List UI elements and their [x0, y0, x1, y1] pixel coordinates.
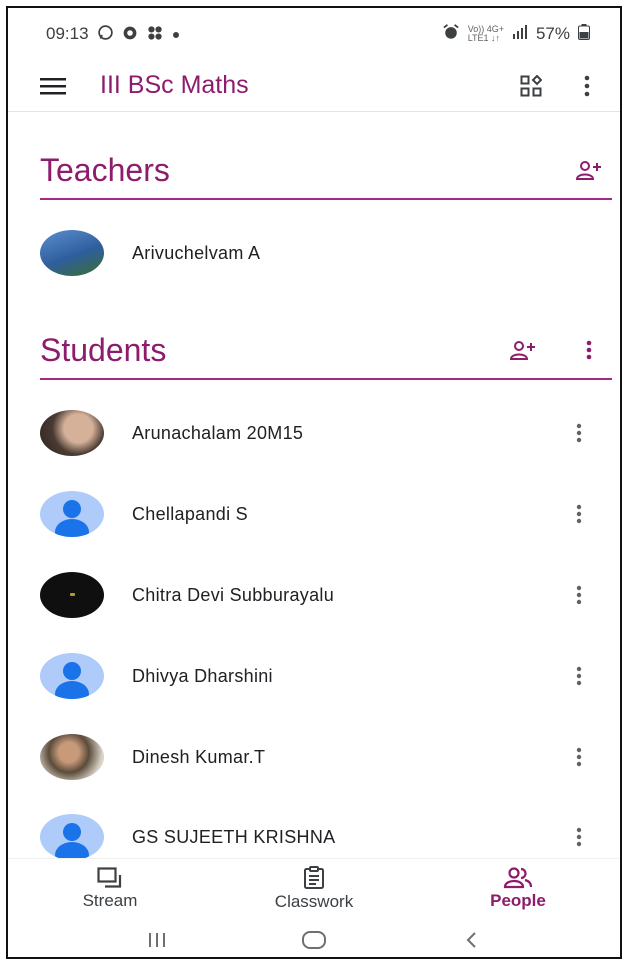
more-vert-icon — [576, 747, 582, 767]
student-row[interactable]: Chellapandi S — [40, 484, 612, 544]
student-options-button[interactable] — [564, 580, 594, 610]
notification-dot-icon — [172, 26, 180, 42]
hamburger-menu-icon — [40, 77, 66, 94]
teacher-name: Arivuchelvam A — [132, 242, 261, 263]
classwork-icon — [304, 865, 324, 889]
signal-icon — [512, 24, 528, 44]
student-options-button[interactable] — [564, 499, 594, 529]
tab-people[interactable]: People — [416, 859, 620, 918]
tab-stream[interactable]: Stream — [8, 859, 212, 918]
students-header: Students — [40, 322, 612, 380]
student-row[interactable]: Dhivya Dharshini — [40, 646, 612, 706]
student-row[interactable]: Chitra Devi Subburayalu — [40, 565, 612, 625]
student-options-button[interactable] — [564, 822, 594, 852]
battery-icon — [578, 23, 590, 45]
pinwheel-app-icon — [146, 25, 164, 44]
student-name: GS SUJEETH KRISHNA — [132, 826, 336, 847]
student-options-button[interactable] — [564, 661, 594, 691]
teachers-header: Teachers — [40, 142, 612, 200]
overflow-menu-button[interactable] — [572, 71, 602, 101]
avatar — [40, 572, 104, 618]
more-vert-icon — [576, 423, 582, 443]
network-indicator: Vo)) 4G+ LTE1 ↓↑ — [467, 24, 504, 43]
home-icon — [301, 930, 326, 949]
person-add-icon — [510, 341, 535, 360]
avatar — [40, 410, 104, 456]
recent-apps-button[interactable] — [137, 925, 177, 955]
back-button[interactable] — [451, 925, 491, 955]
avatar — [40, 230, 104, 276]
status-time: 09:13 — [46, 24, 89, 43]
student-options-button[interactable] — [564, 418, 594, 448]
whatsapp-icon — [97, 24, 114, 44]
student-name: Chitra Devi Subburayalu — [132, 584, 334, 605]
system-navigation-bar — [8, 918, 620, 957]
student-name: Dinesh Kumar.T — [132, 746, 266, 767]
avatar — [40, 814, 104, 860]
tab-label: Stream — [82, 890, 138, 910]
student-options-button[interactable] — [564, 742, 594, 772]
home-button[interactable] — [294, 925, 334, 955]
class-title: III BSc Maths — [100, 71, 249, 99]
student-name: Arunachalam 20M15 — [132, 422, 304, 443]
more-vert-icon — [576, 585, 582, 605]
chrome-icon — [122, 25, 138, 44]
tab-label: Classwork — [274, 891, 354, 911]
students-heading: Students — [40, 331, 167, 368]
back-icon — [466, 931, 477, 948]
tab-classwork[interactable]: Classwork — [212, 859, 416, 918]
more-vert-icon — [584, 75, 590, 96]
students-options-button[interactable] — [574, 335, 604, 365]
tab-label: People — [490, 890, 546, 910]
class-details-button[interactable] — [516, 71, 546, 101]
more-vert-icon — [576, 504, 582, 524]
teacher-row[interactable]: Arivuchelvam A — [40, 223, 612, 283]
menu-button[interactable] — [36, 69, 70, 103]
class-details-icon — [520, 74, 542, 96]
student-row[interactable]: Arunachalam 20M15 — [40, 403, 612, 463]
more-vert-icon — [576, 666, 582, 686]
alarm-icon — [442, 23, 460, 45]
avatar — [40, 491, 104, 537]
student-row[interactable]: Dinesh Kumar.T — [40, 727, 612, 787]
stream-icon — [97, 866, 122, 888]
invite-teachers-button[interactable] — [574, 155, 604, 185]
app-bar: III BSc Maths — [8, 60, 620, 112]
avatar — [40, 653, 104, 699]
student-name: Dhivya Dharshini — [132, 665, 273, 686]
battery-percent: 57% — [535, 24, 570, 43]
recent-apps-icon — [148, 932, 165, 947]
invite-students-button[interactable] — [508, 335, 538, 365]
status-bar: 09:13 Vo)) 4G+ LTE1 ↓↑ 57% — [8, 8, 620, 60]
bottom-navigation: Stream Classwork People — [8, 858, 620, 918]
teachers-heading: Teachers — [40, 151, 170, 188]
person-add-icon — [576, 161, 601, 180]
more-vert-icon — [586, 340, 592, 360]
phone-screen: 09:13 Vo)) 4G+ LTE1 ↓↑ 57% III BSc Maths… — [6, 6, 622, 959]
student-name: Chellapandi S — [132, 503, 248, 524]
avatar — [40, 734, 104, 780]
more-vert-icon — [576, 827, 582, 847]
people-icon — [503, 866, 533, 888]
